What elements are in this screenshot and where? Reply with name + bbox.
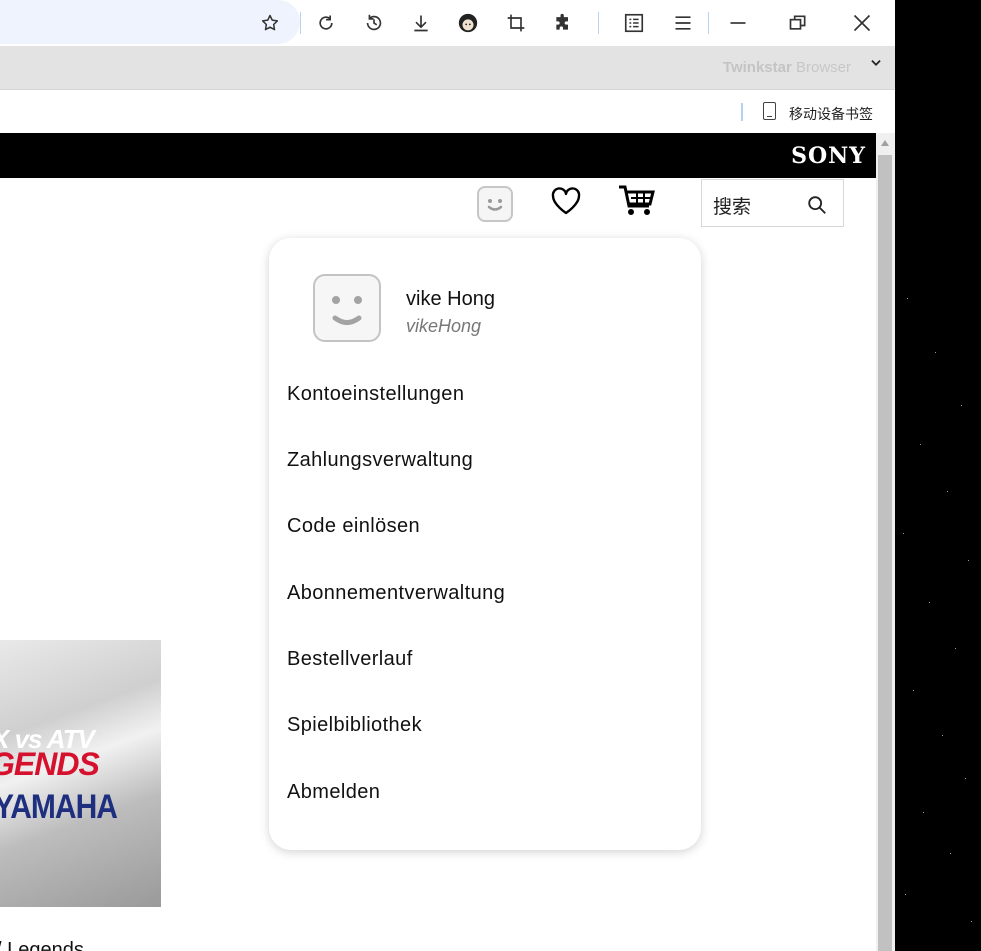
chevron-down-icon[interactable]: [869, 56, 883, 75]
tab-strip: Twinkstar Browser: [0, 46, 895, 89]
game-title[interactable]: / Legends: [0, 939, 84, 951]
download-icon[interactable]: [409, 11, 433, 35]
search-placeholder: 搜索: [713, 197, 752, 218]
browser-toolbar: [0, 0, 895, 46]
menu-item-subscription-management[interactable]: Abonnementverwaltung: [287, 582, 505, 605]
user-handle: vikeHong: [406, 316, 482, 336]
history-icon[interactable]: [362, 11, 386, 35]
star-icon[interactable]: [258, 11, 282, 35]
menu-item-sign-out[interactable]: Abmelden: [287, 781, 380, 804]
toolbar-separator: [708, 12, 709, 34]
bookmark-separator: [741, 103, 743, 121]
browser-window: Twinkstar Browser 移动设备书签 SONY 搜索 X vs AT…: [0, 0, 895, 951]
page-scrollbar[interactable]: [876, 133, 895, 951]
menu-item-account-settings[interactable]: Kontoeinstellungen: [287, 383, 464, 406]
desktop-background: [895, 0, 981, 951]
scroll-up-arrow-icon[interactable]: [881, 140, 889, 146]
restore-icon[interactable]: [786, 11, 810, 35]
toolbar-separator: [598, 12, 599, 34]
user-avatar: [313, 274, 381, 342]
reader-icon[interactable]: [622, 11, 646, 35]
menu-item-redeem-code[interactable]: Code einlösen: [287, 515, 420, 538]
address-bar[interactable]: [0, 0, 300, 44]
menu-icon[interactable]: [671, 11, 695, 35]
browser-profile-label[interactable]: Twinkstar Browser: [723, 59, 851, 76]
sony-top-bar: SONY: [0, 133, 876, 178]
menu-item-payment-management[interactable]: Zahlungsverwaltung: [287, 449, 473, 472]
account-menu: vike Hong vikeHong Kontoeinstellungen Za…: [269, 238, 701, 850]
game-cover-image[interactable]: X vs ATV GENDS YAMAHA: [0, 640, 161, 907]
mobile-bookmarks-link[interactable]: 移动设备书签: [789, 104, 873, 124]
profile-name-rest: Browser: [795, 59, 851, 76]
mobile-device-icon: [763, 102, 776, 120]
game-logo-yamaha: YAMAHA: [0, 788, 118, 826]
bookmark-bar: 移动设备书签: [0, 89, 895, 134]
scrollbar-thumb[interactable]: [878, 155, 892, 951]
reload-icon[interactable]: [314, 11, 338, 35]
extension-icon[interactable]: [551, 11, 575, 35]
profile-name-bold: Twinkstar: [722, 59, 792, 76]
user-display-name: vike Hong: [406, 288, 495, 310]
minimize-icon[interactable]: [726, 11, 750, 35]
search-box[interactable]: 搜索: [701, 179, 844, 227]
menu-item-game-library[interactable]: Spielbibliothek: [287, 714, 422, 737]
menu-item-order-history[interactable]: Bestellverlauf: [287, 648, 413, 671]
wishlist-heart-icon[interactable]: [549, 184, 583, 218]
toolbar-separator: [300, 12, 301, 34]
sony-logo[interactable]: SONY: [791, 143, 866, 169]
profile-avatar-icon[interactable]: [456, 11, 480, 35]
account-avatar-button[interactable]: [477, 186, 513, 222]
cart-icon[interactable]: [617, 184, 655, 218]
crop-icon[interactable]: [504, 11, 528, 35]
search-icon[interactable]: [806, 194, 828, 216]
close-icon[interactable]: [850, 11, 874, 35]
game-logo-line2: GENDS: [0, 746, 100, 782]
